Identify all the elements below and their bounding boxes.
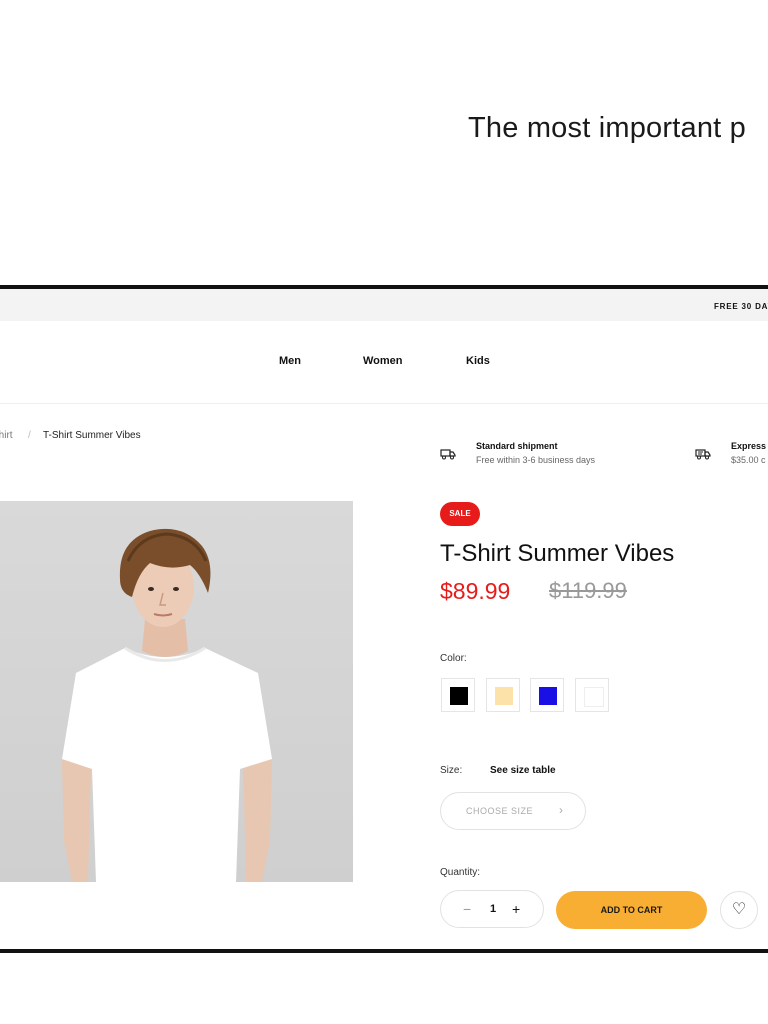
- nav-item-men[interactable]: Men: [279, 355, 301, 367]
- product-old-price: $119.99: [549, 578, 627, 603]
- breadcrumb-current: T-Shirt Summer Vibes: [43, 430, 141, 441]
- color-swatch-cream[interactable]: [486, 678, 520, 712]
- page-headline: The most important p: [468, 112, 746, 144]
- promo-bar: FREE 30 DAY: [0, 289, 768, 321]
- sale-badge: SALE: [440, 502, 480, 526]
- quantity-label: Quantity:: [440, 867, 481, 878]
- color-label: Color:: [440, 653, 467, 664]
- browser-frame: FREE 30 DAY Men Women Kids Shirt / T-Shi…: [0, 285, 768, 953]
- breadcrumb-separator: /: [28, 430, 31, 441]
- nav-item-women[interactable]: Women: [363, 355, 403, 367]
- size-select[interactable]: CHOOSE SIZE ›: [440, 792, 586, 830]
- express-title: Express: [731, 441, 767, 451]
- quantity-value[interactable]: 1: [490, 903, 496, 915]
- heart-icon: ♡: [731, 901, 747, 918]
- express-shipment: Express $35.00 c: [731, 441, 766, 465]
- color-swatch-white[interactable]: [575, 678, 609, 712]
- truck-icon: [440, 447, 456, 465]
- shipment-title: Standard shipment: [476, 441, 558, 451]
- product-image: [0, 501, 353, 882]
- wishlist-button[interactable]: ♡: [720, 891, 758, 929]
- color-swatch-blue[interactable]: [530, 678, 564, 712]
- minus-icon[interactable]: −: [463, 901, 471, 917]
- breadcrumb-parent[interactable]: Shirt: [0, 430, 13, 441]
- product-price: $89.99: [440, 578, 511, 604]
- standard-shipment: Standard shipment Free within 3-6 busine…: [476, 441, 595, 465]
- promo-text: FREE 30 DAY: [714, 302, 768, 311]
- size-select-placeholder: CHOOSE SIZE: [466, 806, 534, 816]
- quantity-stepper: − 1 +: [440, 890, 544, 928]
- express-subtitle: $35.00 c: [731, 455, 766, 465]
- size-label: Size:: [440, 765, 463, 776]
- product-title: T-Shirt Summer Vibes: [440, 540, 675, 567]
- add-to-cart-button[interactable]: ADD TO CART: [556, 891, 707, 929]
- color-swatch-black[interactable]: [441, 678, 475, 712]
- size-table-link[interactable]: See size table: [490, 765, 556, 776]
- main-nav: Men Women Kids: [0, 321, 768, 404]
- nav-item-kids[interactable]: Kids: [466, 355, 490, 367]
- express-truck-icon: [695, 447, 711, 465]
- plus-icon[interactable]: +: [512, 901, 520, 917]
- shipment-subtitle: Free within 3-6 business days: [476, 455, 596, 465]
- model-photo: [0, 501, 353, 882]
- chevron-right-icon: ›: [559, 803, 564, 817]
